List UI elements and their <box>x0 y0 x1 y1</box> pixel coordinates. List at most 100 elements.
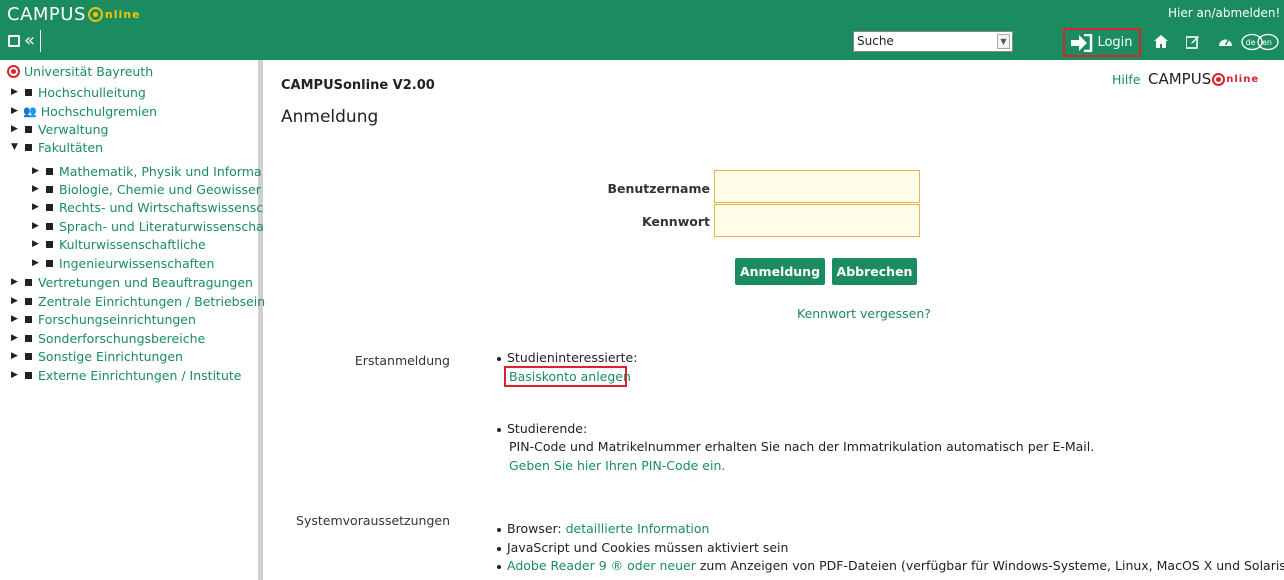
edit-icon[interactable] <box>1185 35 1200 53</box>
university-icon <box>7 65 20 78</box>
svg-text:de: de <box>1246 38 1256 47</box>
username-label: Benutzername <box>607 181 710 196</box>
sidebar-item-label: Zentrale Einrichtungen / Betriebsein <box>38 293 266 309</box>
sidebar-item-biologie[interactable]: ▶ Biologie, Chemie und Geowisser <box>32 180 261 198</box>
password-field[interactable] <box>714 204 920 237</box>
systemvoraussetzungen-label: Systemvoraussetzungen <box>296 513 450 528</box>
login-button[interactable]: Login <box>1063 28 1141 57</box>
expand-icon[interactable]: ▶ <box>11 106 21 116</box>
square-icon <box>25 88 32 96</box>
sidebar-item-label: Sonderforschungsbereiche <box>38 330 206 346</box>
expand-icon[interactable]: ▶ <box>32 166 42 176</box>
expand-icon[interactable]: ▶ <box>11 296 21 306</box>
sidebar-item-label: Biologie, Chemie und Geowisser <box>59 181 261 197</box>
square-icon <box>25 352 32 360</box>
square-icon <box>46 203 53 211</box>
login-hint: Hier an/abmelden! <box>1168 6 1281 20</box>
sidebar-item-kultur[interactable]: ▶ Kulturwissenschaftliche <box>32 235 206 253</box>
sidebar-item-label: Hochschulgremien <box>40 103 157 119</box>
studierende-item: Studierende: <box>497 421 587 436</box>
window-icon[interactable] <box>8 35 20 47</box>
sidebar-splitter[interactable] <box>258 60 263 580</box>
forgot-password-link[interactable]: Kennwort vergessen? <box>797 306 931 321</box>
expand-icon[interactable]: ▶ <box>11 87 21 97</box>
javascript-item: JavaScript und Cookies müssen aktiviert … <box>497 540 788 555</box>
header-tools: « <box>8 30 42 52</box>
expand-icon[interactable]: ▶ <box>11 124 21 134</box>
bullet-icon <box>497 527 501 532</box>
adobe-text: zum Anzeigen von PDF-Dateien (verfügbar … <box>695 558 1284 573</box>
sidebar-item-mathematik[interactable]: ▶ Mathematik, Physik und Informa <box>32 162 262 180</box>
bullet-icon <box>497 564 501 569</box>
password-label: Kennwort <box>641 214 710 229</box>
dashboard-icon[interactable] <box>1218 35 1233 52</box>
tree-root-label: Universität Bayreuth <box>24 64 154 79</box>
pin-info-text: PIN-Code und Matrikelnummer erhalten Sie… <box>509 439 1095 454</box>
sidebar-item-sonderforschung[interactable]: ▶ Sonderforschungsbereiche <box>11 329 205 347</box>
sidebar-item-label: Rechts- und Wirtschaftswissensc <box>59 199 264 215</box>
sidebar-item-hochschulleitung[interactable]: ▶ Hochschulleitung <box>11 83 146 101</box>
sidebar-item-externe[interactable]: ▶ Externe Einrichtungen / Institute <box>11 366 241 384</box>
collapse-sidebar-icon[interactable]: « <box>24 32 35 50</box>
sidebar-item-vertretungen[interactable]: ▶ Vertretungen und Beauftragungen <box>11 273 253 291</box>
square-icon <box>25 297 32 305</box>
cancel-button[interactable]: Abbrechen <box>832 258 917 285</box>
logo-ring-icon <box>87 7 103 22</box>
chevron-down-icon[interactable]: ▼ <box>997 34 1010 49</box>
square-icon <box>46 259 53 267</box>
login-submit-button[interactable]: Anmeldung <box>735 258 825 285</box>
sidebar-item-rechts[interactable]: ▶ Rechts- und Wirtschaftswissensc <box>32 198 263 216</box>
expand-icon[interactable]: ▶ <box>32 184 42 194</box>
sidebar-item-sonstige[interactable]: ▶ Sonstige Einrichtungen <box>11 347 183 365</box>
expand-icon[interactable]: ▶ <box>32 202 42 212</box>
language-de-en-icon[interactable]: de en <box>1241 33 1279 55</box>
sidebar-item-forschung[interactable]: ▶ Forschungseinrichtungen <box>11 310 196 328</box>
tree-root-universitaet[interactable]: Universität Bayreuth <box>7 64 153 79</box>
search-select-value: Suche <box>857 34 894 48</box>
expand-icon[interactable]: ▶ <box>11 370 21 380</box>
expand-icon[interactable]: ▶ <box>11 314 21 324</box>
logo-small-tail: nline <box>1226 73 1260 85</box>
bullet-icon <box>497 427 501 432</box>
expand-icon[interactable]: ▶ <box>32 258 42 268</box>
sidebar-item-verwaltung[interactable]: ▶ Verwaltung <box>11 120 108 138</box>
sidebar-item-label: Kulturwissenschaftliche <box>59 236 206 252</box>
expand-icon[interactable]: ▶ <box>11 277 21 287</box>
highlight-box <box>504 366 627 387</box>
login-label: Login <box>1097 35 1133 50</box>
username-field[interactable] <box>714 170 920 203</box>
browser-info-link[interactable]: detaillierte Information <box>566 521 710 536</box>
expand-icon[interactable]: ▶ <box>32 221 42 231</box>
sidebar-item-fakultaeten[interactable]: ▼ Fakultäten <box>11 138 103 156</box>
help-link[interactable]: Hilfe <box>1112 72 1140 87</box>
square-icon <box>25 371 32 379</box>
browser-item: Browser: detaillierte Information <box>497 521 709 536</box>
version-label: CAMPUSonline V2.00 <box>281 78 435 93</box>
sidebar-item-label: Fakultäten <box>38 139 104 155</box>
sidebar-item-label: Sonstige Einrichtungen <box>38 348 183 364</box>
square-icon <box>25 334 32 342</box>
collapse-icon[interactable]: ▼ <box>11 142 21 152</box>
bullet-icon <box>497 546 501 551</box>
sidebar-item-label: Mathematik, Physik und Informa <box>59 163 262 179</box>
sidebar-item-label: Forschungseinrichtungen <box>38 311 196 327</box>
studierende-text: Studierende: <box>507 421 588 436</box>
header-divider <box>40 30 42 52</box>
sidebar-item-ingenieur[interactable]: ▶ Ingenieurwissenschaften <box>32 254 214 272</box>
home-icon[interactable] <box>1154 35 1168 52</box>
square-icon <box>46 240 53 248</box>
sidebar-item-hochschulgremien[interactable]: ▶ 👥 Hochschulgremien <box>11 102 157 120</box>
campusonline-logo[interactable]: CAMPUS nline <box>7 4 141 25</box>
pin-code-link[interactable]: Geben Sie hier Ihren PIN-Code ein. <box>509 458 725 473</box>
adobe-item: Adobe Reader 9 ® oder neuer zum Anzeigen… <box>497 558 1284 573</box>
sidebar-item-label: Vertretungen und Beauftragungen <box>38 274 253 290</box>
erstanmeldung-label: Erstanmeldung <box>354 353 450 368</box>
search-select[interactable]: Suche ▼ <box>853 31 1013 52</box>
people-icon: 👥 <box>23 104 37 118</box>
expand-icon[interactable]: ▶ <box>11 351 21 361</box>
expand-icon[interactable]: ▶ <box>11 333 21 343</box>
adobe-reader-link[interactable]: Adobe Reader 9 ® oder neuer <box>507 558 696 573</box>
sidebar-item-sprach[interactable]: ▶ Sprach- und Literaturwissenscha <box>32 217 264 235</box>
expand-icon[interactable]: ▶ <box>32 239 42 249</box>
sidebar-item-zentrale[interactable]: ▶ Zentrale Einrichtungen / Betriebsein <box>11 292 265 310</box>
